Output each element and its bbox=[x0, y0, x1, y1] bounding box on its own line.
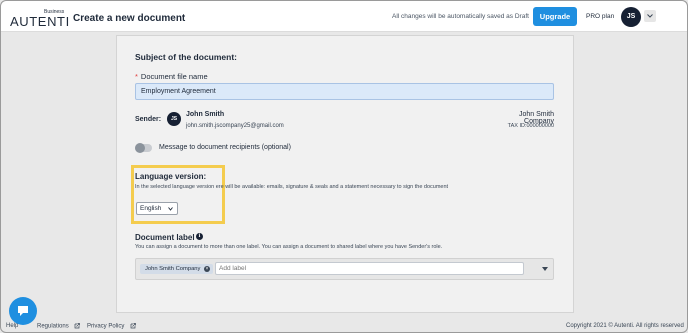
sender-label: Sender: bbox=[135, 116, 162, 123]
language-select[interactable]: English bbox=[136, 202, 178, 215]
tax-id: TAX ID:000000000 bbox=[507, 123, 554, 129]
document-label-description: You can assign a document to more than o… bbox=[135, 244, 443, 250]
toggle-knob bbox=[135, 143, 145, 153]
page-title: Create a new document bbox=[73, 13, 186, 24]
help-link-text: Help bbox=[6, 323, 19, 329]
sender-email: john.smith.jscompany25@gmail.com bbox=[186, 123, 284, 129]
plan-label: PRO plan bbox=[586, 13, 615, 20]
message-toggle-label: Message to document recipients (optional… bbox=[159, 144, 291, 151]
regulations-link-text: Regulations bbox=[37, 323, 69, 330]
label-chip[interactable]: John Smith Company × bbox=[140, 264, 213, 274]
sender-avatar: JS bbox=[167, 112, 181, 126]
filename-label: * Document file name bbox=[135, 72, 208, 81]
external-link-icon bbox=[75, 323, 81, 329]
chevron-down-icon[interactable] bbox=[542, 267, 548, 271]
chevron-down-icon bbox=[647, 14, 653, 18]
upgrade-button[interactable]: Upgrade bbox=[533, 7, 577, 26]
message-toggle[interactable] bbox=[135, 143, 152, 153]
required-marker: * bbox=[135, 72, 138, 81]
logo-wordmark: AUTENTI bbox=[10, 14, 70, 29]
filename-input[interactable]: Employment Agreement bbox=[135, 83, 554, 100]
help-link[interactable]: Help bbox=[6, 323, 18, 329]
remove-label-icon[interactable]: × bbox=[204, 266, 210, 272]
language-description: In the selected language version ere wil… bbox=[135, 184, 449, 190]
info-icon[interactable]: i bbox=[196, 233, 203, 240]
label-chip-text: John Smith Company bbox=[145, 266, 201, 272]
regulations-link[interactable]: Regulations bbox=[37, 323, 81, 330]
external-link-icon bbox=[130, 323, 136, 329]
chat-support-button[interactable] bbox=[9, 297, 37, 325]
autenti-logo[interactable]: Business AUTENTI bbox=[10, 7, 69, 29]
sender-name: John Smith bbox=[186, 111, 225, 118]
chat-icon bbox=[18, 306, 28, 316]
document-label-title: Document label bbox=[135, 233, 195, 242]
privacy-link-text: Privacy Policy bbox=[87, 323, 125, 330]
privacy-policy-link[interactable]: Privacy Policy bbox=[87, 323, 136, 330]
add-label-input[interactable] bbox=[215, 262, 524, 275]
language-selected-value: English bbox=[140, 205, 162, 212]
account-menu-button[interactable] bbox=[644, 10, 656, 22]
chevron-down-icon bbox=[168, 207, 173, 211]
autosave-note: All changes will be automatically saved … bbox=[392, 13, 529, 20]
copyright-text: Copyright 2021 © Autenti. All rights res… bbox=[566, 323, 684, 329]
user-avatar[interactable]: JS bbox=[621, 7, 641, 27]
subject-title: Subject of the document: bbox=[135, 52, 237, 62]
top-header: Business AUTENTI Create a new document A… bbox=[1, 1, 687, 32]
language-title: Language version: bbox=[135, 172, 207, 181]
filename-label-text: Document file name bbox=[140, 72, 208, 81]
